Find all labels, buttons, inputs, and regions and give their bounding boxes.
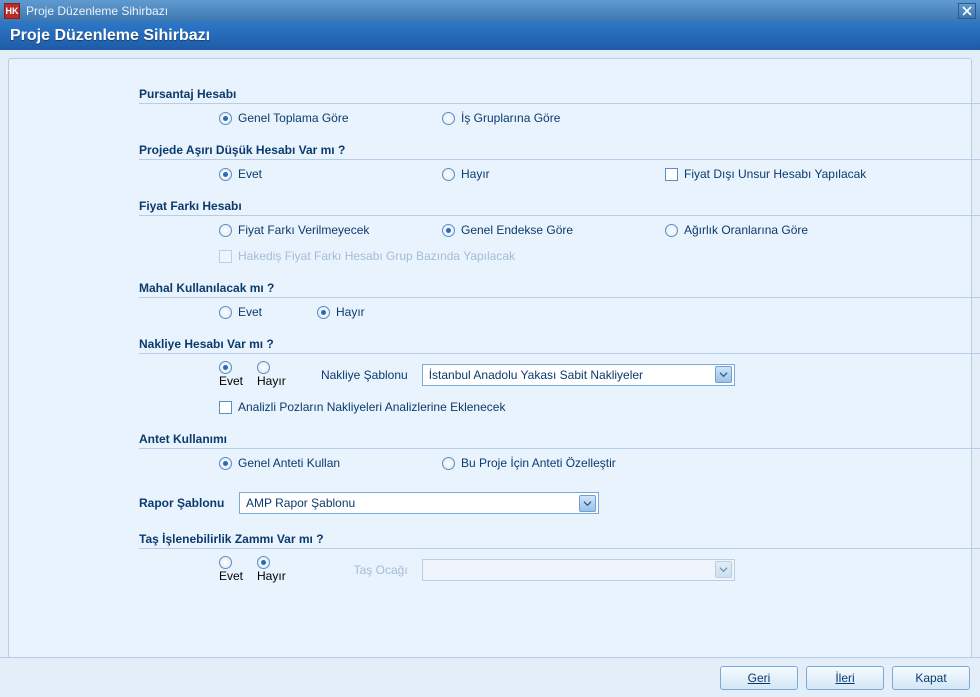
pursantaj-opt1[interactable]: Genel Toplama Göre [219, 111, 424, 125]
button-label: İleri [835, 671, 854, 685]
app-icon: HK [4, 3, 20, 19]
analizli-poz-checkbox[interactable]: Analizli Pozların Nakliyeleri Analizleri… [219, 400, 505, 414]
radio-icon [219, 168, 232, 181]
next-button[interactable]: İleri [806, 666, 884, 690]
nakliye-sablon-combo[interactable]: İstanbul Anadolu Yakası Sabit Nakliyeler [422, 364, 735, 386]
antet-opt1[interactable]: Genel Anteti Kullan [219, 456, 424, 470]
wizard-panel: Pursantaj Hesabı Genel Toplama Göre İş G… [8, 58, 972, 658]
radio-icon [257, 361, 270, 374]
group-fiyatfarki-label: Fiyat Farkı Hesabı [139, 199, 921, 213]
asiri-opt-evet[interactable]: Evet [219, 167, 424, 181]
radio-icon [219, 556, 232, 569]
radio-icon [665, 224, 678, 237]
group-antet-label: Antet Kullanımı [139, 432, 921, 446]
group-tas-label: Taş İşlenebilirlik Zammı Var mı ? [139, 532, 921, 546]
radio-label: Evet [219, 569, 243, 583]
wizard-title: Proje Düzenleme Sihirbazı [10, 27, 210, 45]
radio-icon [442, 112, 455, 125]
chevron-down-icon [579, 495, 596, 512]
checkbox-label: Analizli Pozların Nakliyeleri Analizleri… [238, 400, 505, 414]
antet-opt2[interactable]: Bu Proje İçin Anteti Özelleştir [442, 456, 616, 470]
radio-label: Fiyat Farkı Verilmeyecek [238, 223, 369, 237]
asiri-opt-hayir[interactable]: Hayır [442, 167, 647, 181]
group-pursantaj-label: Pursantaj Hesabı [139, 87, 921, 101]
checkbox-label: Fiyat Dışı Unsur Hesabı Yapılacak [684, 167, 866, 181]
tas-ocagi-label: Taş Ocağı [300, 563, 408, 577]
nakliye-sablon-label: Nakliye Şablonu [300, 368, 408, 382]
radio-icon [219, 224, 232, 237]
close-icon [962, 6, 972, 16]
tas-ocagi-combo [422, 559, 735, 581]
radio-label: Genel Endekse Göre [461, 223, 573, 237]
chevron-down-icon [715, 366, 732, 383]
group-mahal-label: Mahal Kullanılacak mı ? [139, 281, 921, 295]
hakedis-grup-checkbox: Hakediş Fiyat Farkı Hesabı Grup Bazında … [219, 249, 523, 263]
nakliye-opt-hayir[interactable]: Hayır [257, 361, 286, 388]
mahal-opt-hayir[interactable]: Hayır [317, 305, 397, 319]
combo-value: İstanbul Anadolu Yakası Sabit Nakliyeler [429, 368, 715, 382]
group-nakliye-label: Nakliye Hesabı Var mı ? [139, 337, 921, 351]
button-label: Kapat [915, 671, 946, 685]
wizard-footer: Geri İleri Kapat [0, 657, 980, 697]
button-label: Geri [748, 671, 771, 685]
radio-label: Hayır [257, 569, 286, 583]
radio-label: Evet [219, 374, 243, 388]
radio-icon [219, 306, 232, 319]
radio-icon [442, 168, 455, 181]
mahal-opt-evet[interactable]: Evet [219, 305, 299, 319]
titlebar: HK Proje Düzenleme Sihirbazı [0, 0, 980, 22]
radio-label: Ağırlık Oranlarına Göre [684, 223, 808, 237]
fiyatfarki-opt1[interactable]: Fiyat Farkı Verilmeyecek [219, 223, 424, 237]
radio-icon [219, 361, 232, 374]
wizard-header: Proje Düzenleme Sihirbazı [0, 22, 980, 50]
radio-icon [317, 306, 330, 319]
radio-label: Bu Proje İçin Anteti Özelleştir [461, 456, 616, 470]
radio-label: Genel Anteti Kullan [238, 456, 340, 470]
rapor-sablon-combo[interactable]: AMP Rapor Şablonu [239, 492, 599, 514]
radio-icon [219, 457, 232, 470]
radio-label: Genel Toplama Göre [238, 111, 349, 125]
checkbox-label: Hakediş Fiyat Farkı Hesabı Grup Bazında … [238, 249, 515, 263]
radio-label: Evet [238, 305, 262, 319]
checkbox-icon [219, 401, 232, 414]
checkbox-icon [219, 250, 232, 263]
tas-opt-hayir[interactable]: Hayır [257, 556, 286, 583]
radio-label: Hayır [257, 374, 286, 388]
radio-label: Evet [238, 167, 262, 181]
close-button[interactable] [958, 3, 976, 19]
chevron-down-icon [715, 561, 732, 578]
form-area: Pursantaj Hesabı Genel Toplama Göre İş G… [139, 73, 921, 587]
nakliye-opt-evet[interactable]: Evet [219, 361, 243, 388]
fiyat-disi-checkbox[interactable]: Fiyat Dışı Unsur Hesabı Yapılacak [665, 167, 866, 181]
pursantaj-opt2[interactable]: İş Gruplarına Göre [442, 111, 647, 125]
rapor-label: Rapor Şablonu [139, 496, 229, 510]
back-button[interactable]: Geri [720, 666, 798, 690]
checkbox-icon [665, 168, 678, 181]
tas-opt-evet[interactable]: Evet [219, 556, 243, 583]
group-asiri-label: Projede Aşırı Düşük Hesabı Var mı ? [139, 143, 921, 157]
combo-value: AMP Rapor Şablonu [246, 496, 579, 510]
close-wizard-button[interactable]: Kapat [892, 666, 970, 690]
radio-icon [219, 112, 232, 125]
radio-label: Hayır [461, 167, 490, 181]
window-title: Proje Düzenleme Sihirbazı [26, 4, 958, 18]
radio-icon [257, 556, 270, 569]
fiyatfarki-opt2[interactable]: Genel Endekse Göre [442, 223, 647, 237]
fiyatfarki-opt3[interactable]: Ağırlık Oranlarına Göre [665, 223, 870, 237]
radio-icon [442, 224, 455, 237]
radio-label: İş Gruplarına Göre [461, 111, 560, 125]
radio-icon [442, 457, 455, 470]
radio-label: Hayır [336, 305, 365, 319]
